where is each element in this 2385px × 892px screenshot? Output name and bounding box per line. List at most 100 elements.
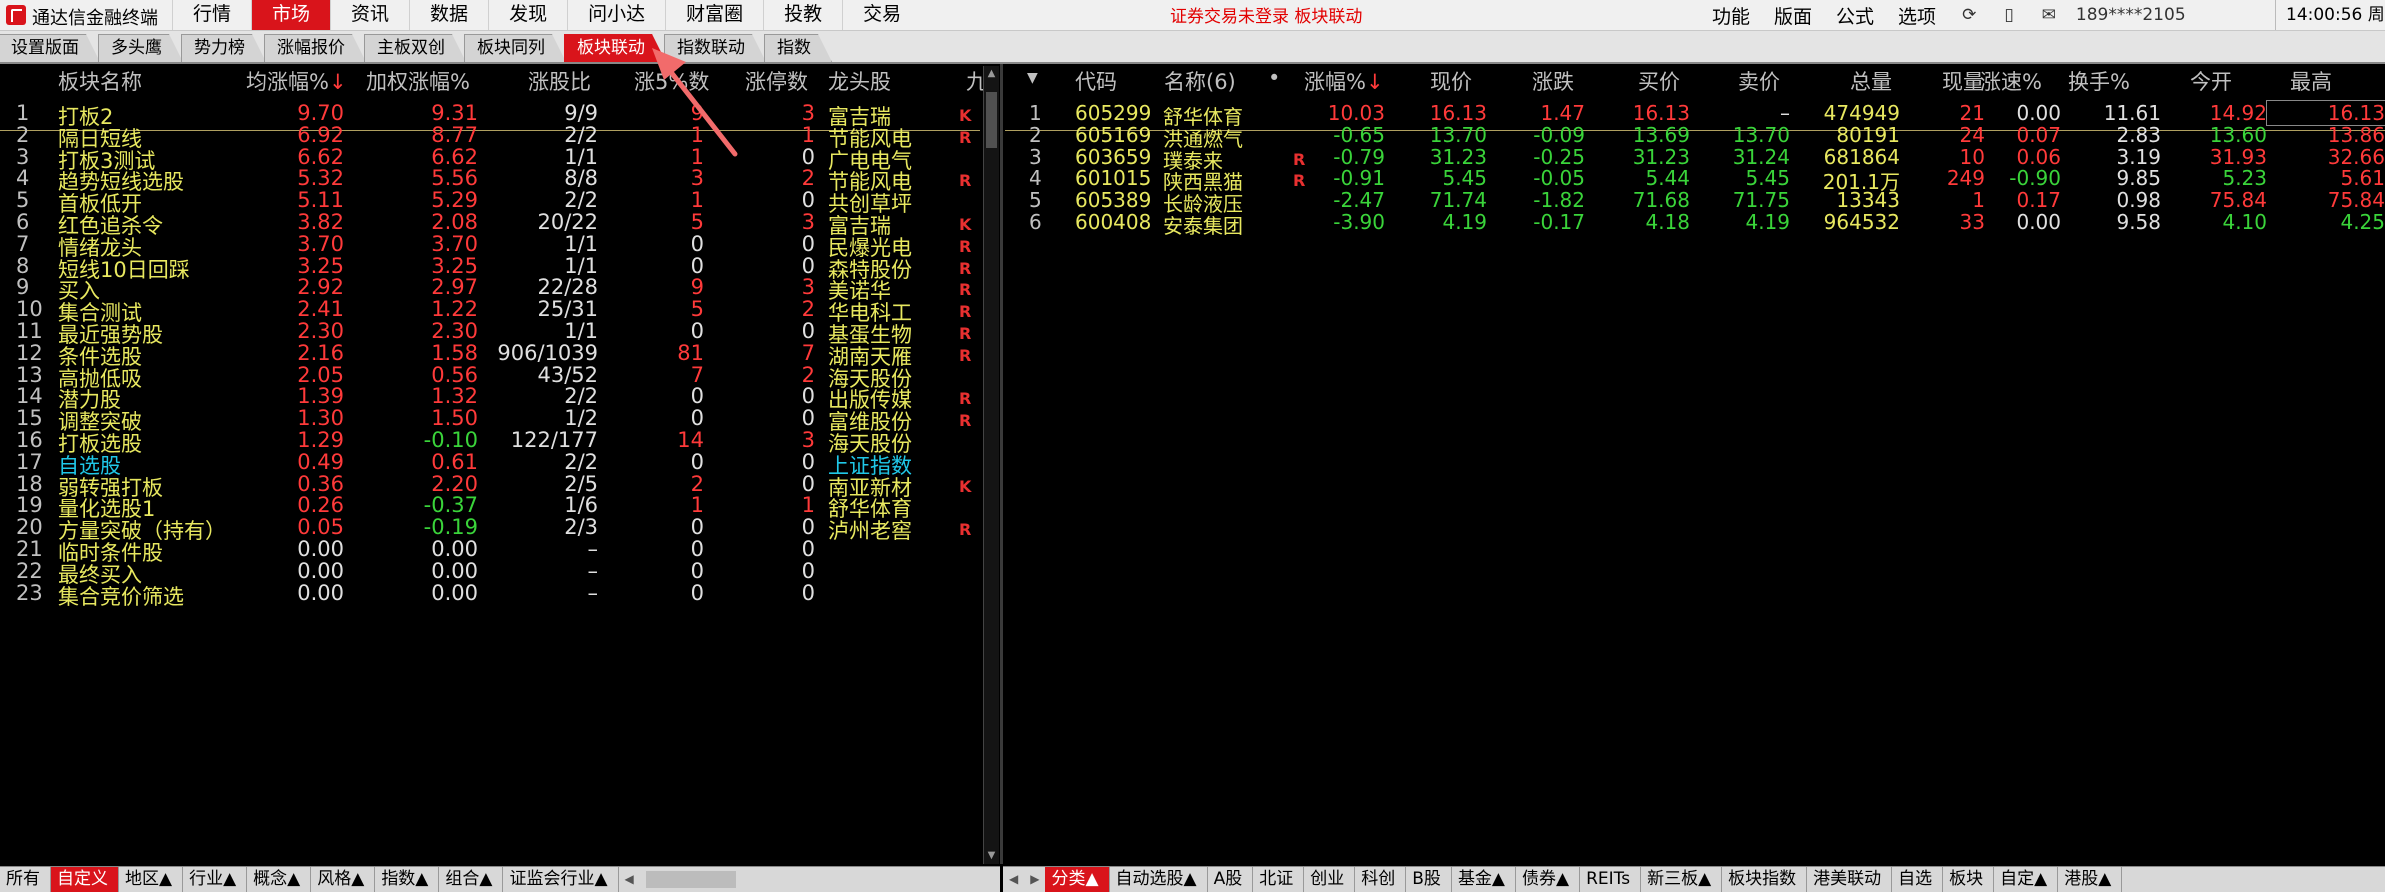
menu-options[interactable]: 选项: [1886, 2, 1948, 29]
bottom-tab[interactable]: 基金▲: [1452, 867, 1517, 892]
layout-tab[interactable]: 主板双创: [364, 34, 466, 62]
app-title: 通达信金融终端: [32, 8, 158, 29]
bottom-tab[interactable]: 自选: [1892, 867, 1944, 892]
menu-item[interactable]: 发现: [488, 0, 567, 30]
layout-tab[interactable]: 板块同列: [464, 34, 566, 62]
header-ask[interactable]: 卖价: [1738, 66, 1780, 96]
row-number: 6: [1029, 210, 1042, 234]
bottom-tab[interactable]: 港美联动: [1807, 867, 1893, 892]
bottom-tab[interactable]: 风格▲: [311, 867, 376, 892]
bottom-tab[interactable]: 北证: [1253, 867, 1305, 892]
header-volume[interactable]: 总量: [1850, 66, 1892, 96]
layout-tabs: 设置版面 多头鹰 势力榜 涨幅报价 主板双创 板块同列 板块联动 指数联动 指数: [0, 31, 2385, 62]
phone-icon[interactable]: ▯: [1990, 5, 2027, 25]
header-turnover[interactable]: 换手%: [2068, 66, 2130, 96]
bottom-tab[interactable]: 板块指数: [1722, 867, 1808, 892]
menu-bar: 通达信金融终端 行情 市场 资讯 数据 发现 问小达 财富圈 投教 交易 证券交易未登录 板块联…: [0, 0, 2385, 31]
bottom-tab[interactable]: 新三板▲: [1641, 867, 1723, 892]
header-high[interactable]: 最高: [2290, 66, 2332, 96]
menu-item[interactable]: 交易: [842, 0, 921, 30]
diff: -0.17: [1533, 210, 1585, 234]
header-open[interactable]: 今开: [2190, 66, 2232, 96]
speed: 0.00: [2016, 210, 2061, 234]
change-pct: -3.90: [1333, 210, 1385, 234]
header-sector-name[interactable]: 板块名称: [58, 66, 142, 96]
menu-item[interactable]: 市场: [251, 0, 331, 30]
bottom-tab[interactable]: 自动选股▲: [1110, 867, 1208, 892]
stock-name: 安泰集团: [1163, 214, 1243, 238]
column-menu-icon[interactable]: ▼: [1027, 70, 1038, 86]
header-speed[interactable]: 涨速%: [1980, 66, 2042, 96]
menu-function[interactable]: 功能: [1700, 2, 1762, 29]
scroll-thumb[interactable]: [986, 92, 997, 148]
layout-tab[interactable]: 多头鹰: [98, 34, 183, 62]
stock-row[interactable]: 6 600408 安泰集团 -3.90 4.19 -0.17 4.18 4.19 964532 3…: [1005, 206, 2385, 239]
header-up-ratio[interactable]: 涨股比: [528, 66, 591, 96]
layout-tab[interactable]: 涨幅报价: [264, 34, 366, 62]
bottom-tab[interactable]: 指数▲: [375, 867, 440, 892]
panel-divider[interactable]: [1000, 64, 1003, 864]
header-current-volume[interactable]: 现量: [1942, 66, 1984, 96]
horizontal-scrollbar[interactable]: [645, 871, 736, 888]
header-name[interactable]: 名称(6): [1164, 66, 1236, 96]
menu-item[interactable]: 问小达: [567, 0, 665, 30]
bottom-tab[interactable]: B股: [1406, 867, 1452, 892]
sector-row[interactable]: 23 集合竞价筛选 0.00 0.00 – 0 0: [0, 577, 980, 610]
bottom-tab[interactable]: 板块: [1943, 867, 1995, 892]
layout-tab[interactable]: 势力榜: [181, 34, 266, 62]
refresh-icon[interactable]: ⟳: [1948, 5, 1990, 25]
scroll-down-icon[interactable]: ▼: [984, 848, 999, 864]
scroll-left-icon[interactable]: ◀: [619, 867, 640, 892]
bottom-tab[interactable]: 创业: [1304, 867, 1356, 892]
message-icon[interactable]: ✉: [2028, 5, 2070, 25]
bottom-tab[interactable]: 科创: [1355, 867, 1407, 892]
menu-layout[interactable]: 版面: [1762, 2, 1824, 29]
bottom-tab[interactable]: 行业▲: [183, 867, 248, 892]
header-diff[interactable]: 涨跌: [1532, 66, 1574, 96]
header-limit-up-count[interactable]: 涨停数: [745, 66, 808, 96]
stock-code: 600408: [1075, 210, 1152, 234]
avg-change: 0.00: [297, 580, 344, 605]
header-code[interactable]: 代码: [1075, 66, 1117, 96]
row-number: 23: [16, 580, 43, 605]
bottom-tab[interactable]: REITs: [1580, 867, 1642, 892]
menu-formula[interactable]: 公式: [1824, 2, 1886, 29]
menu-item[interactable]: 财富圈: [665, 0, 763, 30]
header-change-pct-label: 涨幅%: [1304, 70, 1366, 94]
user-account[interactable]: 189****2105: [2070, 5, 2198, 25]
menu-item[interactable]: 数据: [409, 0, 488, 30]
header-change-pct[interactable]: 涨幅%↓: [1304, 66, 1384, 96]
layout-tab[interactable]: 设置版面: [0, 34, 100, 62]
sector-name: 集合竞价筛选: [58, 584, 184, 609]
bottom-tab[interactable]: 债券▲: [1516, 867, 1581, 892]
header-avg-change[interactable]: 均涨幅%↓: [246, 66, 347, 96]
current-volume: 33: [1959, 210, 1985, 234]
scroll-up-icon[interactable]: ▲: [984, 66, 999, 82]
sort-desc-icon: ↓: [328, 70, 347, 94]
menu-item[interactable]: 投教: [763, 0, 842, 30]
bottom-tab[interactable]: 自定义: [51, 867, 119, 892]
header-bid[interactable]: 买价: [1638, 66, 1680, 96]
header-weighted-change[interactable]: 加权涨幅%: [366, 66, 470, 96]
weighted-change: 0.00: [431, 580, 478, 605]
bottom-tab[interactable]: A股: [1208, 867, 1254, 892]
right-menu: 功能 版面 公式 选项 ⟳ ▯ ✉ 189****2105: [1700, 0, 2198, 30]
menu-item[interactable]: 行情: [172, 0, 251, 30]
bottom-tab[interactable]: 地区▲: [119, 867, 184, 892]
layout-tab[interactable]: 指数: [764, 34, 832, 62]
limit-up-count: 0: [801, 580, 815, 605]
header-leader-stock[interactable]: 龙头股: [828, 66, 891, 96]
header-price[interactable]: 现价: [1430, 66, 1472, 96]
left-scrollbar[interactable]: ▲ ▼: [983, 66, 999, 864]
bottom-tab[interactable]: 自定▲: [1994, 867, 2059, 892]
bottom-tab[interactable]: 港股▲: [2058, 867, 2123, 892]
nav-right-icon[interactable]: ▶: [1024, 867, 1045, 892]
nav-left-icon[interactable]: ◀: [1003, 867, 1024, 892]
bottom-tab[interactable]: 所有: [0, 867, 51, 892]
bottom-tab[interactable]: 概念▲: [247, 867, 312, 892]
clock: 14:00:56 周三: [2275, 0, 2385, 30]
bottom-tab[interactable]: 分类▲: [1045, 867, 1110, 892]
bottom-tab[interactable]: 组合▲: [439, 867, 504, 892]
menu-item[interactable]: 资讯: [330, 0, 409, 30]
bottom-tab[interactable]: 证监会行业▲: [503, 867, 619, 892]
